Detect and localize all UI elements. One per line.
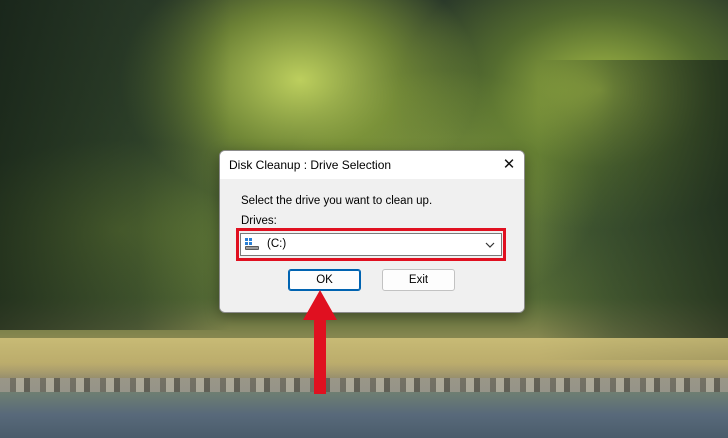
exit-button[interactable]: Exit (382, 269, 455, 291)
dialog-title: Disk Cleanup : Drive Selection (229, 158, 392, 172)
selected-drive: (C:) (267, 238, 287, 250)
close-button[interactable]: ✕ (496, 152, 522, 176)
ok-button[interactable]: OK (288, 269, 361, 291)
wallpaper-meadow (0, 338, 728, 378)
close-icon: ✕ (502, 156, 516, 173)
disk-cleanup-dialog: Disk Cleanup : Drive Selection ✕ Select … (219, 150, 525, 313)
wallpaper-water (0, 392, 728, 438)
wallpaper-trees-right (538, 60, 728, 360)
dialog-body: Select the drive you want to clean up. D… (220, 179, 524, 312)
wallpaper-trees-left (0, 0, 230, 330)
drive-icon (245, 238, 259, 250)
annotation-arrow (303, 290, 337, 394)
dialog-titlebar[interactable]: Disk Cleanup : Drive Selection ✕ (220, 151, 524, 179)
drive-select[interactable]: (C:) (240, 233, 502, 256)
drives-label: Drives: (241, 215, 277, 227)
chevron-down-icon (485, 242, 495, 248)
drive-prompt-text: Select the drive you want to clean up. (241, 195, 433, 207)
